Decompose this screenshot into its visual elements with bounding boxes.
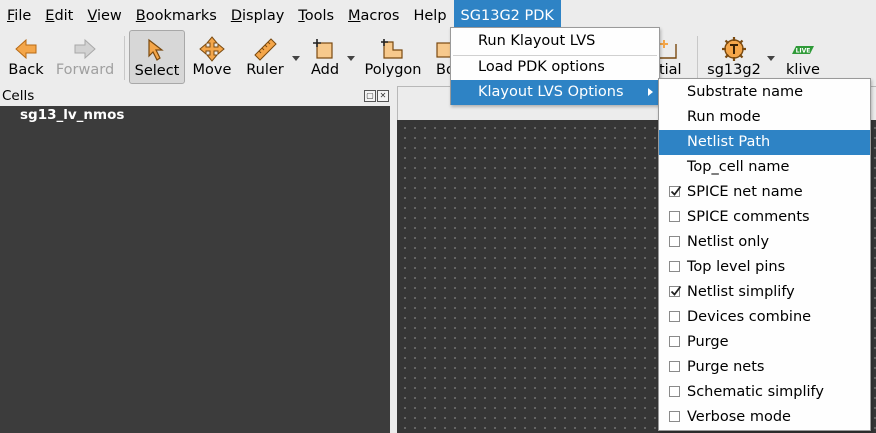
- lvs-option-netlist-path[interactable]: Netlist Path: [659, 130, 870, 155]
- move-label: Move: [192, 62, 232, 78]
- checkbox-unchecked-icon[interactable]: [669, 411, 680, 422]
- lvs-option-spice-comments[interactable]: SPICE comments: [659, 205, 870, 230]
- checkbox-unchecked-icon[interactable]: [669, 261, 680, 272]
- lvs-option-label: Schematic simplify: [687, 384, 824, 400]
- menu-bookmarks[interactable]: Bookmarks: [129, 0, 224, 30]
- ruler-dropdown-arrow[interactable]: [292, 56, 300, 61]
- lvs-option-label: Run mode: [687, 109, 761, 125]
- menu-klayout-lvs-options[interactable]: Klayout LVS Options: [451, 80, 659, 105]
- menu-run-klayout-lvs[interactable]: Run Klayout LVS: [451, 29, 659, 54]
- lvs-option-top-level-pins[interactable]: Top level pins: [659, 255, 870, 280]
- arrow-left-icon: [15, 38, 37, 60]
- move-arrows-icon: [199, 36, 225, 62]
- polygon-icon: [381, 39, 403, 59]
- toolbar-separator: [124, 36, 125, 80]
- forward-button[interactable]: Forward: [52, 30, 118, 84]
- arrow-right-icon: [74, 38, 96, 60]
- lvs-option-label: Top level pins: [687, 259, 786, 275]
- lvs-option-label: Netlist simplify: [687, 284, 795, 300]
- lvs-option-substrate-name[interactable]: Substrate name: [659, 80, 870, 105]
- menu-display[interactable]: Display: [224, 0, 291, 30]
- add-label: Add: [310, 62, 340, 78]
- panel-close-icon[interactable]: ✕: [377, 90, 389, 102]
- checkbox-unchecked-icon[interactable]: [669, 386, 680, 397]
- lvs-option-label: Purge nets: [687, 359, 765, 375]
- menu-klayout-lvs-options-label: Klayout LVS Options: [478, 84, 624, 100]
- menu-sg13g2-pdk[interactable]: SG13G2 PDK: [453, 0, 561, 30]
- lvs-options-submenu: Substrate name Run mode Netlist Path Top_ce…: [658, 78, 871, 431]
- partial-label: rtial: [655, 62, 682, 78]
- sg13g2-label: sg13g2: [707, 62, 761, 78]
- checkbox-unchecked-icon[interactable]: [669, 211, 680, 222]
- lvs-option-devices-combine[interactable]: Devices combine: [659, 305, 870, 330]
- lvs-option-label: Verbose mode: [687, 409, 791, 425]
- menu-macros[interactable]: Macros: [341, 0, 406, 30]
- toolbar-separator-2: [697, 36, 698, 80]
- checkbox-unchecked-icon[interactable]: [669, 336, 680, 347]
- lvs-option-label: Netlist Path: [687, 134, 771, 150]
- cursor-arrow-icon: [148, 38, 164, 61]
- klive-button[interactable]: LIVE klive: [780, 30, 826, 84]
- add-dropdown-arrow[interactable]: [347, 56, 355, 61]
- select-button[interactable]: Select: [129, 30, 185, 84]
- lvs-option-netlist-only[interactable]: Netlist only: [659, 230, 870, 255]
- lvs-option-label: Top_cell name: [687, 159, 790, 175]
- lvs-option-label: Devices combine: [687, 309, 812, 325]
- lvs-option-label: Netlist only: [687, 234, 770, 250]
- lvs-option-purge[interactable]: Purge: [659, 330, 870, 355]
- menu-tools[interactable]: Tools: [291, 0, 341, 30]
- checkbox-checked-icon[interactable]: [669, 285, 682, 297]
- menubar: File Edit View Bookmarks Display Tools M…: [0, 0, 876, 30]
- forward-label: Forward: [55, 62, 115, 78]
- menu-help[interactable]: Help: [406, 0, 453, 30]
- select-label: Select: [134, 63, 180, 79]
- panel-float-icon[interactable]: ▢: [364, 90, 376, 102]
- sg13g2-button[interactable]: sg13g2: [704, 30, 764, 84]
- partial-button[interactable]: rtial: [655, 30, 689, 84]
- lvs-option-schematic-simplify[interactable]: Schematic simplify: [659, 380, 870, 405]
- polygon-button[interactable]: Polygon: [362, 30, 424, 84]
- cell-tree-item[interactable]: sg13_lv_nmos: [20, 107, 124, 123]
- lvs-option-netlist-simplify[interactable]: Netlist simplify: [659, 280, 870, 305]
- cells-panel-title: Cells: [2, 88, 35, 104]
- cells-panel-header: Cells ▢ ✕: [0, 86, 390, 106]
- menu-file[interactable]: File: [0, 0, 38, 30]
- lvs-option-run-mode[interactable]: Run mode: [659, 105, 870, 130]
- lvs-option-label: Substrate name: [687, 84, 804, 100]
- lvs-option-purge-nets[interactable]: Purge nets: [659, 355, 870, 380]
- menu-load-pdk-options[interactable]: Load PDK options: [451, 55, 659, 80]
- lvs-option-label: SPICE net name: [687, 184, 803, 200]
- sg13g2-pdk-menu: Run Klayout LVS Load PDK options Klayout…: [450, 27, 660, 105]
- cells-panel: Cells ▢ ✕ sg13_lv_nmos: [0, 86, 390, 433]
- lvs-option-spice-net-name[interactable]: SPICE net name: [659, 180, 870, 205]
- lvs-option-label: SPICE comments: [687, 209, 810, 225]
- checkbox-unchecked-icon[interactable]: [669, 236, 680, 247]
- add-button[interactable]: Add: [304, 30, 346, 84]
- ruler-label: Ruler: [246, 62, 284, 78]
- polygon-label: Polygon: [364, 62, 422, 78]
- checkbox-unchecked-icon[interactable]: [669, 361, 680, 372]
- klive-label: klive: [786, 62, 820, 78]
- lvs-option-top-cell-name[interactable]: Top_cell name: [659, 155, 870, 180]
- klive-badge-text: LIVE: [796, 48, 811, 55]
- gear-t-icon: [722, 37, 746, 61]
- move-button[interactable]: Move: [190, 30, 234, 84]
- back-button[interactable]: Back: [4, 30, 48, 84]
- back-label: Back: [8, 62, 44, 78]
- menu-view[interactable]: View: [80, 0, 128, 30]
- add-shape-icon: [313, 39, 333, 59]
- sg13g2-dropdown-arrow[interactable]: [767, 56, 775, 61]
- ruler-icon: [254, 38, 277, 61]
- lvs-option-verbose-mode[interactable]: Verbose mode: [659, 405, 870, 430]
- ruler-button[interactable]: Ruler: [240, 30, 290, 84]
- submenu-arrow-icon: [648, 88, 653, 96]
- checkbox-checked-icon[interactable]: [669, 185, 682, 197]
- live-badge-icon: LIVE: [792, 46, 814, 55]
- menu-edit[interactable]: Edit: [38, 0, 80, 30]
- checkbox-unchecked-icon[interactable]: [669, 311, 680, 322]
- lvs-option-label: Purge: [687, 334, 729, 350]
